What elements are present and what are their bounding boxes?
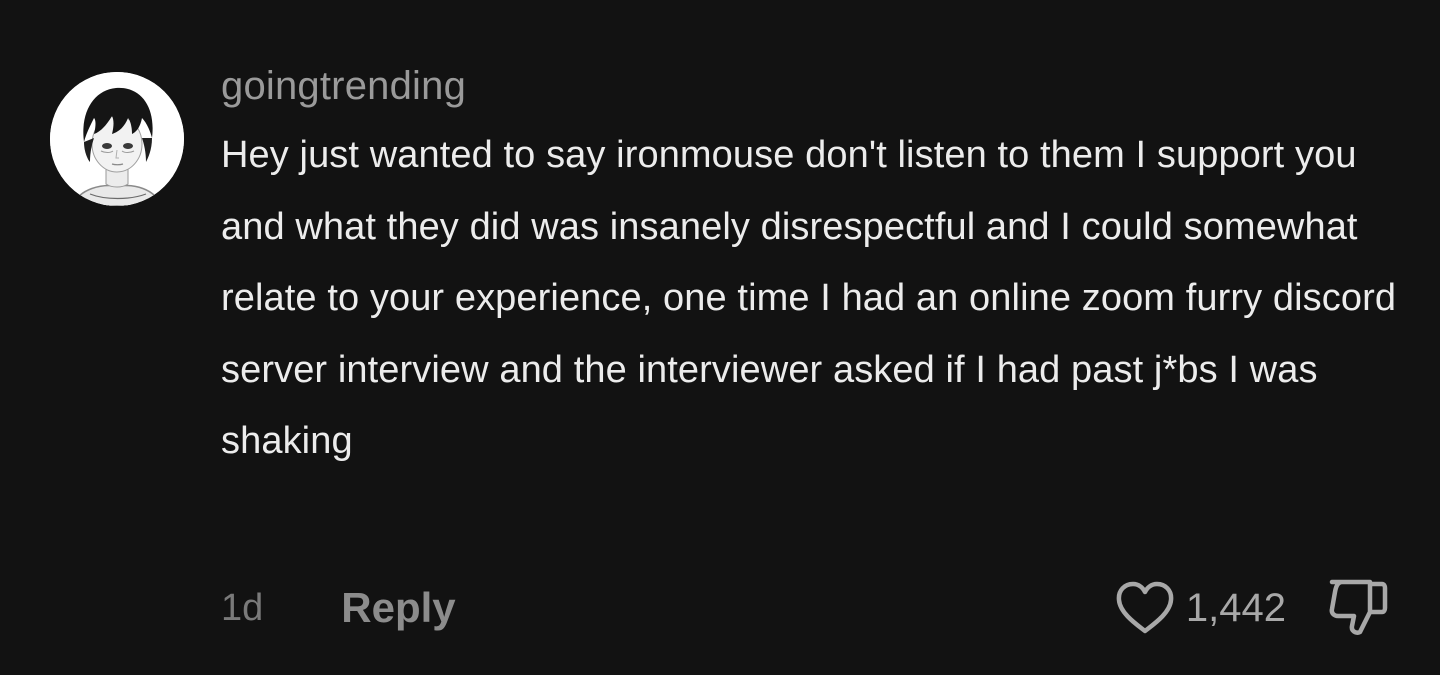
like-count: 1,442: [1185, 585, 1286, 630]
avatar[interactable]: [50, 72, 184, 206]
comment-text: Hey just wanted to say ironmouse don't l…: [221, 134, 1397, 462]
timestamp: 1d: [221, 586, 264, 629]
reply-button[interactable]: Reply: [341, 584, 455, 632]
username[interactable]: goingtrending: [221, 58, 466, 114]
like-button[interactable]: 1,442: [1114, 580, 1286, 636]
avatar-image: [50, 72, 184, 206]
dislike-button[interactable]: [1326, 574, 1390, 643]
comment-actions: 1,442: [1114, 576, 1390, 640]
comment-item: goingtrending Hey just wanted to say iro…: [0, 0, 1440, 675]
heart-icon: [1114, 580, 1176, 636]
thumbs-down-icon: [1326, 574, 1390, 643]
comment-meta: 1d Reply: [221, 578, 456, 638]
